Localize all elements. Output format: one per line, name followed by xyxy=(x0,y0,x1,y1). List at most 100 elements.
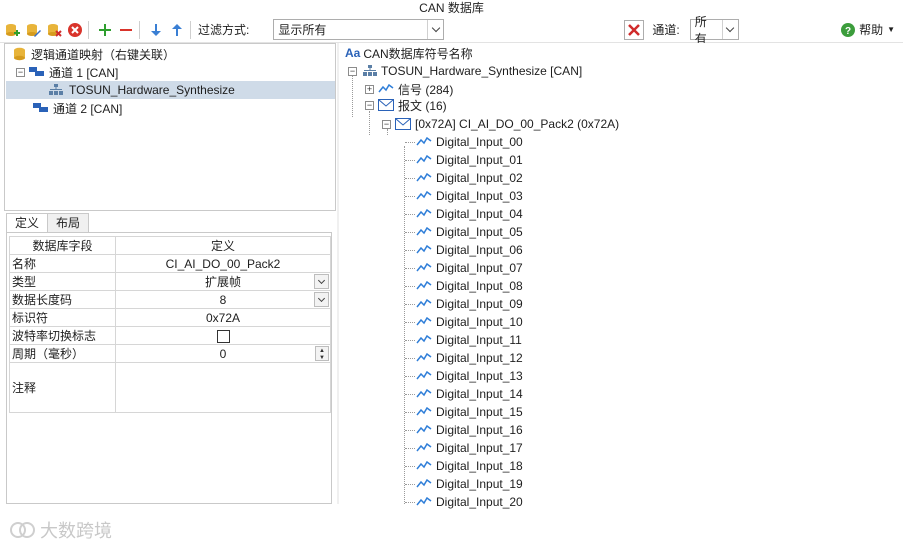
tree-item-label: 报文 (16) xyxy=(398,98,447,113)
signal-item[interactable]: Digital_Input_04 xyxy=(416,205,523,223)
tree-item-channel-2[interactable]: 通道 2 [CAN] xyxy=(33,99,122,117)
signal-item[interactable]: Digital_Input_20 xyxy=(416,493,523,511)
tree-connector xyxy=(405,430,415,431)
move-up-icon[interactable] xyxy=(168,21,186,39)
tree-item-db[interactable]: − TOSUN_Hardware_Synthesize [CAN] xyxy=(348,62,582,80)
identifier-field[interactable]: 0x72A xyxy=(115,308,331,327)
property-key: 注释 xyxy=(9,362,116,413)
edit-database-icon[interactable] xyxy=(24,21,42,39)
signal-item[interactable]: Digital_Input_09 xyxy=(416,295,523,313)
signal-item[interactable]: Digital_Input_10 xyxy=(416,313,523,331)
collapse-icon[interactable]: − xyxy=(382,119,391,129)
dlc-select[interactable]: 8 xyxy=(115,290,331,309)
help-menu[interactable]: ? 帮助 ▼ xyxy=(841,21,895,38)
property-row-identifier: 标识符 0x72A xyxy=(9,308,331,327)
signal-item[interactable]: Digital_Input_14 xyxy=(416,385,523,403)
tree-connector xyxy=(405,142,415,143)
signal-item[interactable]: Digital_Input_16 xyxy=(416,421,523,439)
signal-icon xyxy=(416,281,432,290)
signal-item[interactable]: Digital_Input_08 xyxy=(416,277,523,295)
property-row-brs: 波特率切换标志 xyxy=(9,326,331,345)
channel-select[interactable]: 所有 xyxy=(689,15,739,46)
spin-down-icon[interactable]: ▼ xyxy=(316,354,328,361)
tab-definition[interactable]: 定义 xyxy=(6,213,49,234)
channel-icon xyxy=(33,103,48,112)
remove-item-icon[interactable] xyxy=(117,21,135,39)
collapse-icon[interactable]: − xyxy=(365,100,374,110)
tree-item-channel-1[interactable]: − 通道 1 [CAN] xyxy=(16,63,118,81)
add-database-icon[interactable] xyxy=(3,21,21,39)
chevron-down-icon[interactable] xyxy=(427,20,443,39)
spin-buttons[interactable]: ▲ ▼ xyxy=(315,346,329,361)
tree-item-label: 通道 2 [CAN] xyxy=(53,101,123,116)
signal-icon xyxy=(416,209,432,218)
property-key: 标识符 xyxy=(9,308,116,327)
signal-item[interactable]: Digital_Input_07 xyxy=(416,259,523,277)
property-key: 类型 xyxy=(9,272,116,291)
type-select[interactable]: 扩展帧 xyxy=(115,272,331,291)
signal-item[interactable]: Digital_Input_03 xyxy=(416,187,523,205)
signal-item[interactable]: Digital_Input_11 xyxy=(416,331,522,349)
chevron-down-icon[interactable] xyxy=(721,20,738,39)
tree-item-database[interactable]: TOSUN_Hardware_Synthesize xyxy=(49,81,235,99)
signal-item[interactable]: Digital_Input_02 xyxy=(416,169,523,187)
signal-icon xyxy=(416,227,432,236)
remove-database-icon[interactable] xyxy=(45,21,63,39)
add-item-icon[interactable] xyxy=(96,21,114,39)
header-field: 数据库字段 xyxy=(9,236,116,255)
chevron-down-icon[interactable] xyxy=(314,274,329,289)
tree-root[interactable]: 逻辑通道映射（右键关联） xyxy=(13,45,175,63)
chevron-down-icon[interactable] xyxy=(314,292,329,307)
splitter[interactable] xyxy=(337,43,339,504)
tab-layout[interactable]: 布局 xyxy=(47,213,90,233)
tree-connector xyxy=(405,466,415,467)
tree-root-label: 逻辑通道映射（右键关联） xyxy=(31,47,176,62)
signal-item[interactable]: Digital_Input_00 xyxy=(416,133,523,151)
expand-icon[interactable]: + xyxy=(365,84,374,94)
move-down-icon[interactable] xyxy=(147,21,165,39)
tree-item-message[interactable]: − [0x72A] CI_AI_DO_00_Pack2 (0x72A) xyxy=(382,115,619,133)
signal-item-label: Digital_Input_12 xyxy=(436,351,523,365)
signal-item-label: Digital_Input_06 xyxy=(436,243,523,257)
signal-item[interactable]: Digital_Input_17 xyxy=(416,439,523,457)
tree-connector xyxy=(405,160,415,161)
tree-connector xyxy=(369,111,370,135)
tree-connector xyxy=(405,322,415,323)
property-key: 数据长度码 xyxy=(9,290,116,309)
signal-item[interactable]: Digital_Input_05 xyxy=(416,223,523,241)
clear-filter-icon[interactable] xyxy=(624,19,645,40)
collapse-icon[interactable]: − xyxy=(16,67,25,77)
signal-item[interactable]: Digital_Input_01 xyxy=(416,151,523,169)
channel-select-value: 所有 xyxy=(694,14,707,46)
collapse-icon[interactable]: − xyxy=(348,66,357,76)
signal-item[interactable]: Digital_Input_15 xyxy=(416,403,523,421)
signal-item[interactable]: Digital_Input_12 xyxy=(416,349,523,367)
tree-item-label: [0x72A] CI_AI_DO_00_Pack2 (0x72A) xyxy=(415,117,620,131)
signal-item[interactable]: Digital_Input_06 xyxy=(416,241,523,259)
property-row-name: 名称 CI_AI_DO_00_Pack2 xyxy=(9,254,331,273)
brs-cell xyxy=(115,326,331,345)
signal-icon xyxy=(416,191,432,200)
tree-connector xyxy=(405,250,415,251)
brs-checkbox[interactable] xyxy=(216,329,230,343)
comment-field[interactable] xyxy=(115,362,331,413)
tree-item-label: 信号 (284) xyxy=(398,82,454,97)
name-field[interactable]: CI_AI_DO_00_Pack2 xyxy=(115,254,331,273)
signal-item-label: Digital_Input_01 xyxy=(436,153,523,167)
signal-item-label: Digital_Input_11 xyxy=(436,333,522,347)
signal-item-label: Digital_Input_04 xyxy=(436,207,523,221)
toolbar-separator xyxy=(139,20,140,39)
spin-up-icon[interactable]: ▲ xyxy=(316,347,328,354)
filter-select[interactable]: 显示所有 xyxy=(273,19,445,40)
signal-item[interactable]: Digital_Input_18 xyxy=(416,457,523,475)
signal-icon xyxy=(416,263,432,272)
cycle-stepper[interactable]: 0 ▲ ▼ xyxy=(115,344,331,363)
signal-item[interactable]: Digital_Input_13 xyxy=(416,367,523,385)
signal-item-label: Digital_Input_14 xyxy=(436,387,523,401)
delete-icon[interactable] xyxy=(66,21,84,39)
signal-icon xyxy=(378,84,394,93)
signal-icon xyxy=(416,245,432,254)
signal-item[interactable]: Digital_Input_19 xyxy=(416,475,523,493)
tree-item-messages[interactable]: − 报文 (16) xyxy=(365,96,447,114)
cycle-value: 0 xyxy=(219,346,227,361)
